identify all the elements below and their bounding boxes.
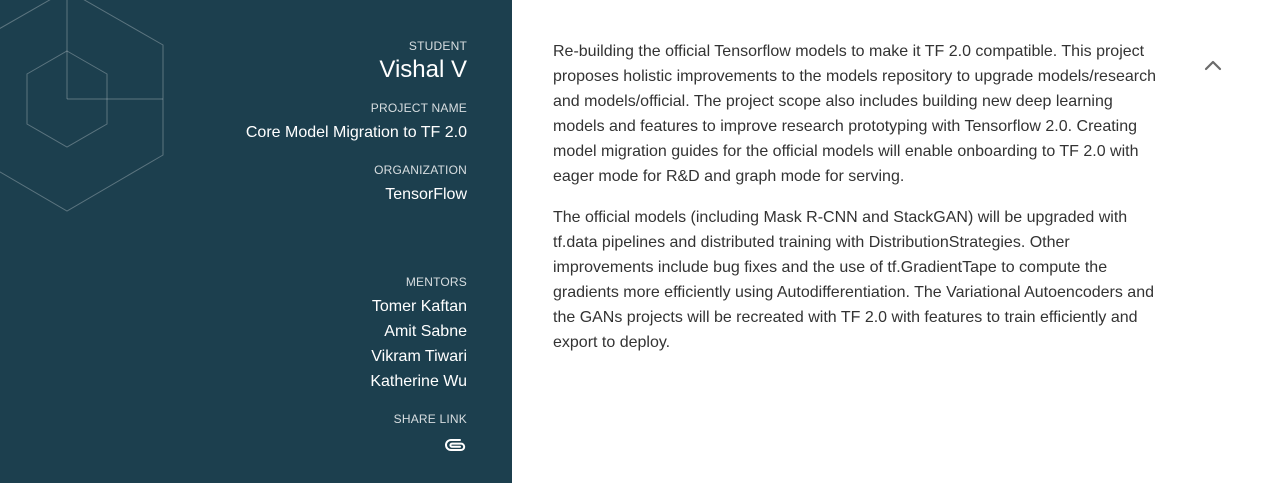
project-sidebar: STUDENT Vishal V PROJECT NAME Core Model… <box>0 0 512 483</box>
description-paragraph: The official models (including Mask R-CN… <box>553 209 1154 351</box>
mentor-name: Vikram Tiwari <box>371 348 467 365</box>
link-icon[interactable] <box>445 436 467 454</box>
mentor-name: Tomer Kaftan <box>371 298 467 315</box>
mentor-name: Amit Sabne <box>384 323 467 340</box>
project-description: Re-building the official Tensorflow mode… <box>553 39 1158 371</box>
mentors-label: MENTORS <box>405 275 467 289</box>
project-name: Core Model Migration to TF 2.0 <box>245 124 467 141</box>
chevron-up-icon <box>1204 60 1222 71</box>
organization-name: TensorFlow <box>385 186 467 203</box>
share-link-label: SHARE LINK <box>393 412 467 426</box>
description-paragraph: Re-building the official Tensorflow mode… <box>553 43 1156 185</box>
project-name-label: PROJECT NAME <box>370 101 467 115</box>
student-name: Vishal V <box>379 56 467 83</box>
organization-label: ORGANIZATION <box>374 163 467 177</box>
student-label: STUDENT <box>408 39 467 53</box>
collapse-button[interactable] <box>1199 52 1227 78</box>
mentor-name: Katherine Wu <box>370 373 467 390</box>
project-card: STUDENT Vishal V PROJECT NAME Core Model… <box>0 0 1283 483</box>
